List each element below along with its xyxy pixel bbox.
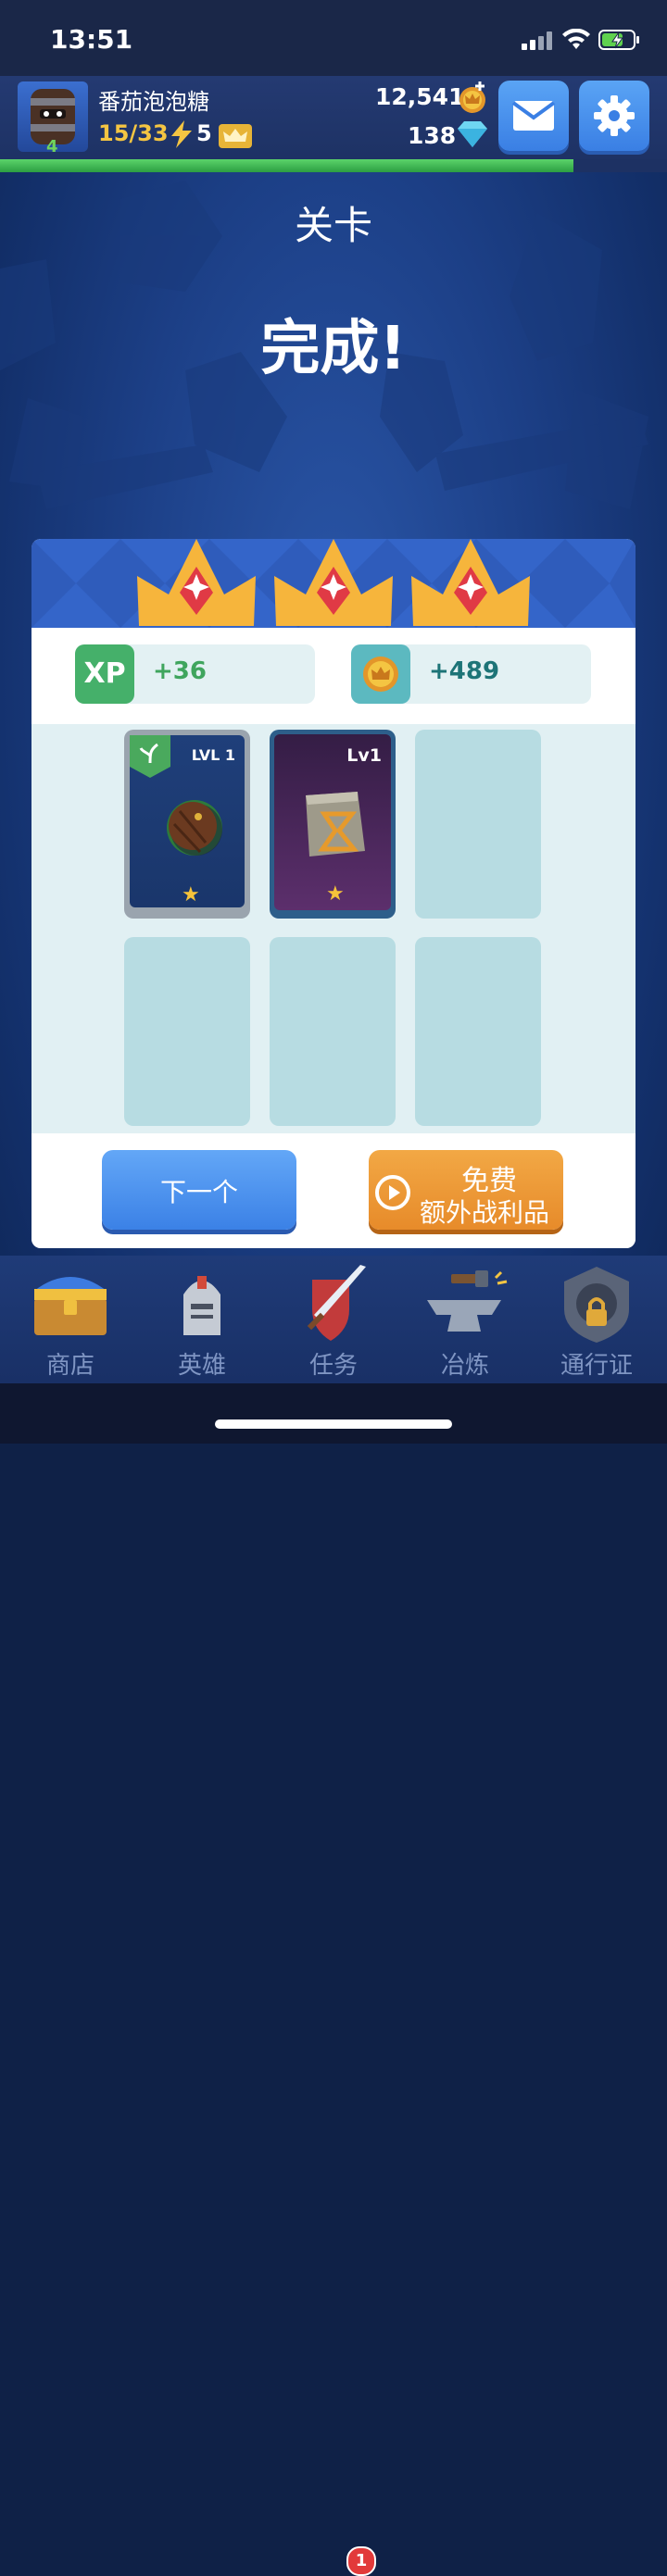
status-time: 13:51 bbox=[50, 24, 133, 55]
quest-count-badge: 1 bbox=[346, 2546, 376, 2576]
player-level: 4 bbox=[46, 137, 58, 156]
envelope-icon bbox=[511, 101, 556, 131]
card-star-icon: ★ bbox=[326, 882, 345, 906]
round-shield-icon bbox=[167, 800, 222, 856]
gold-coin-plus-icon[interactable] bbox=[456, 81, 489, 115]
gold-coin-icon bbox=[363, 657, 398, 692]
nav-item-heroes[interactable]: 英雄 bbox=[135, 1256, 269, 1383]
xp-progress-bar bbox=[0, 159, 667, 172]
result-panel: XP +36 +489 LVL 1 ★ Lv1 ★ 下一个 免费 额外战利品 bbox=[31, 539, 636, 1248]
coin-reward: +489 bbox=[351, 644, 591, 704]
loot-grid: LVL 1 ★ Lv1 ★ bbox=[31, 724, 636, 1133]
rewards-row: XP +36 +489 bbox=[31, 628, 636, 726]
chest-icon bbox=[34, 1277, 107, 1335]
lightning-icon bbox=[171, 120, 192, 148]
nav-item-pass[interactable]: 通行证 bbox=[530, 1256, 663, 1383]
locked-pass-icon bbox=[564, 1267, 629, 1343]
loot-card-shield[interactable]: LVL 1 ★ bbox=[124, 730, 250, 919]
nav-label: 英雄 bbox=[177, 1352, 226, 1380]
mail-button[interactable] bbox=[498, 81, 569, 151]
level-complete-text: 完成! bbox=[260, 315, 407, 383]
gem-count: 138 bbox=[408, 122, 457, 149]
coin-badge bbox=[351, 644, 410, 704]
home-indicator-area bbox=[0, 1383, 667, 1444]
diamond-icon[interactable] bbox=[456, 119, 489, 150]
stars-banner bbox=[31, 539, 636, 628]
energy-count: 15/33 bbox=[98, 120, 169, 146]
hourglass-stone-icon bbox=[306, 792, 365, 857]
cellular-signal-icon bbox=[522, 31, 552, 50]
nav-item-smelt[interactable]: 冶炼 bbox=[398, 1256, 532, 1383]
next-button-label: 下一个 bbox=[159, 1177, 238, 1207]
next-button[interactable]: 下一个 bbox=[102, 1150, 296, 1230]
knight-helmet-icon bbox=[183, 1276, 220, 1335]
nav-label: 商店 bbox=[45, 1352, 94, 1380]
battery-charging-icon bbox=[598, 30, 639, 50]
wifi-icon bbox=[562, 29, 590, 49]
nav-item-quests[interactable]: 任务 bbox=[267, 1256, 400, 1383]
sword-shield-icon bbox=[307, 1265, 366, 1341]
xp-reward-value: +36 bbox=[153, 657, 207, 685]
nav-label: 通行证 bbox=[560, 1352, 633, 1380]
xp-badge-icon: XP bbox=[75, 644, 134, 704]
player-name: 番茄泡泡糖 bbox=[98, 89, 209, 115]
empty-loot-slot bbox=[270, 937, 396, 1126]
card-star-icon: ★ bbox=[182, 883, 200, 907]
free-extra-loot-button[interactable]: 免费 额外战利品 bbox=[369, 1150, 563, 1230]
crown-icon bbox=[219, 124, 252, 148]
card-level: Lv1 bbox=[346, 745, 382, 766]
empty-loot-slot bbox=[415, 937, 541, 1126]
bottom-nav: 商店 英雄 任务 1 冶炼 通行证 bbox=[0, 1256, 667, 2576]
gold-count: 12,541 bbox=[375, 83, 465, 110]
xp-reward: XP +36 bbox=[75, 644, 315, 704]
empty-loot-slot bbox=[124, 937, 250, 1126]
settings-button[interactable] bbox=[579, 81, 649, 151]
anvil-icon bbox=[427, 1270, 508, 1332]
card-level: LVL 1 bbox=[191, 746, 235, 764]
panel-actions: 下一个 免费 额外战利品 bbox=[31, 1135, 636, 1248]
crown-count: 5 bbox=[196, 120, 212, 146]
xp-progress-fill bbox=[0, 159, 574, 172]
home-indicator[interactable] bbox=[215, 1419, 452, 1429]
new-leaf-badge-icon bbox=[130, 735, 170, 778]
page-title: 关卡 bbox=[294, 203, 372, 248]
empty-loot-slot bbox=[415, 730, 541, 919]
nav-item-shop[interactable]: 商店 bbox=[4, 1256, 137, 1383]
loot-card-stone[interactable]: Lv1 ★ bbox=[270, 730, 396, 919]
nav-label: 冶炼 bbox=[440, 1352, 489, 1380]
nav-label: 任务 bbox=[308, 1352, 358, 1380]
extra-loot-label: 额外战利品 bbox=[419, 1197, 549, 1228]
gear-icon bbox=[594, 95, 635, 136]
status-bar: 13:51 bbox=[0, 0, 667, 76]
coin-reward-value: +489 bbox=[429, 657, 500, 685]
